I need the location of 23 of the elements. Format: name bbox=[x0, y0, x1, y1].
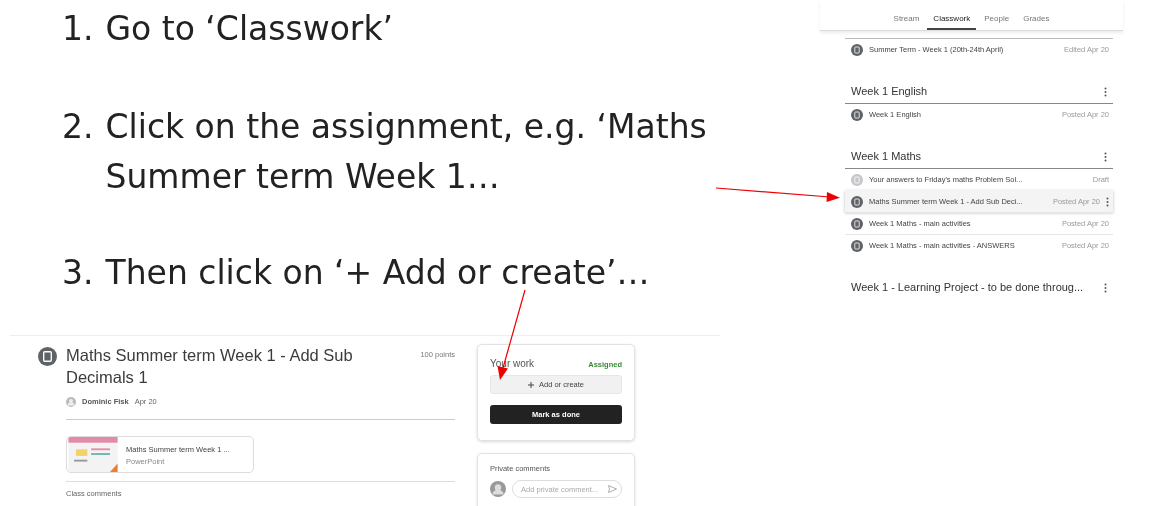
slide-thumbnail bbox=[67, 437, 119, 473]
more-icon[interactable] bbox=[1104, 86, 1107, 97]
topic-heading: Week 1 English bbox=[851, 84, 928, 100]
topic-heading: Week 1 Maths bbox=[851, 149, 922, 165]
more-icon[interactable] bbox=[1106, 196, 1109, 207]
more-icon[interactable] bbox=[1104, 151, 1107, 162]
assignment-icon bbox=[38, 347, 57, 366]
tab[interactable]: Stream bbox=[887, 0, 926, 30]
tab[interactable]: Classwork bbox=[927, 0, 977, 30]
avatar-icon bbox=[490, 481, 506, 498]
plus-icon bbox=[528, 381, 534, 388]
tab[interactable]: Grades bbox=[1017, 0, 1056, 30]
step-number: 1. bbox=[62, 8, 94, 50]
step-instruction: Go to ‘Classwork’ bbox=[105, 8, 394, 50]
assignment-title: Maths Summer term Week 1 - Add Sub Decimals 1 bbox=[66, 345, 354, 388]
step-instruction: Then click on ‘+ Add or create’… bbox=[105, 252, 650, 294]
more-icon[interactable] bbox=[1104, 282, 1107, 293]
step-instruction: Click on the assignment, e.g. ‘Maths Summer term Week 1… bbox=[105, 106, 708, 198]
step-number: 3. bbox=[62, 252, 94, 294]
tab[interactable]: People bbox=[978, 0, 1016, 30]
avatar-icon bbox=[66, 396, 76, 407]
step-number: 2. bbox=[62, 106, 94, 148]
topic-heading: Week 1 - Learning Project - to be done throug... bbox=[851, 280, 1084, 296]
